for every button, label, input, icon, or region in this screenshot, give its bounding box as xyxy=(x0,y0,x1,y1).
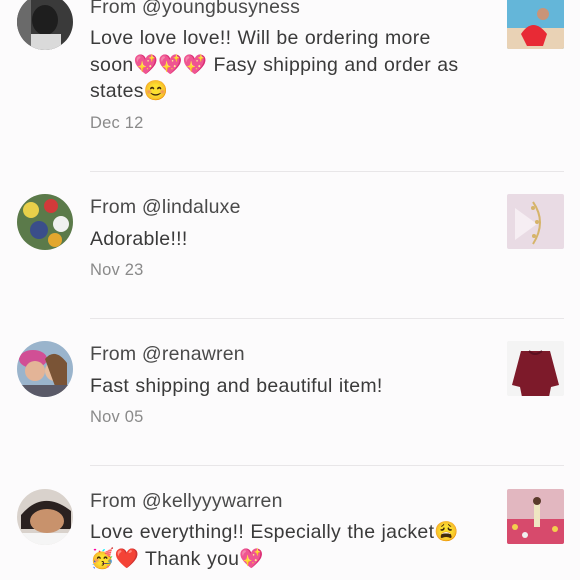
review-date: Nov 23 xyxy=(90,261,144,279)
review-text: Fast shipping and beautiful item! xyxy=(90,375,383,397)
review-date: Dec 12 xyxy=(90,114,144,132)
review-text: Love love love!! Will be ordering more s… xyxy=(90,27,459,102)
avatar[interactable] xyxy=(17,0,73,50)
review-text: Love everything!! Especially the jacket😩… xyxy=(90,521,459,570)
divider xyxy=(90,465,564,466)
avatar[interactable] xyxy=(17,341,73,397)
review-author[interactable]: From @renawren xyxy=(90,343,245,366)
review-date: Nov 05 xyxy=(90,408,144,426)
avatar[interactable] xyxy=(17,194,73,250)
review-author[interactable]: From @youngbusyness xyxy=(90,0,300,19)
review-author[interactable]: From @lindaluxe xyxy=(90,196,241,219)
listing-thumbnail[interactable] xyxy=(507,341,564,396)
review-author[interactable]: From @kellyyywarren xyxy=(90,490,283,513)
listing-thumbnail[interactable] xyxy=(507,489,564,544)
divider xyxy=(90,318,564,319)
avatar[interactable] xyxy=(17,489,73,545)
divider xyxy=(90,171,564,172)
listing-thumbnail[interactable] xyxy=(507,194,564,249)
review-feed: From @youngbusyness Love love love!! Wil… xyxy=(0,0,580,580)
review-text: Adorable!!! xyxy=(90,228,188,250)
listing-thumbnail[interactable] xyxy=(507,0,564,49)
